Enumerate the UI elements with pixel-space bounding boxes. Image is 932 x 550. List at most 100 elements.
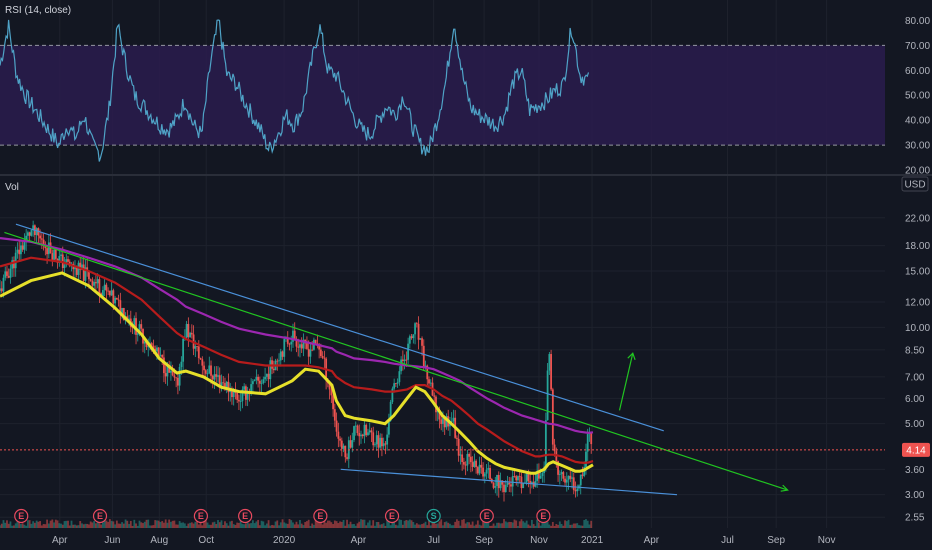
volume-bar: [531, 519, 533, 528]
volume-bar: [0, 525, 1, 528]
candle-body: [511, 476, 514, 487]
candle-body: [361, 434, 364, 437]
volume-bar: [63, 521, 66, 528]
volume-legend[interactable]: Vol: [5, 182, 19, 193]
volume-bar: [408, 519, 411, 528]
candle-body: [471, 462, 474, 467]
volume-bar: [347, 524, 350, 528]
candle-body: [564, 478, 566, 483]
volume-bar: [326, 520, 329, 528]
volume-bar: [527, 524, 530, 528]
candle-body: [548, 354, 551, 371]
candle-body: [306, 343, 308, 349]
candle-body: [462, 461, 465, 465]
currency-badge[interactable]: USD: [901, 176, 929, 192]
rsi-legend[interactable]: RSI (14, close): [5, 5, 71, 16]
x-tick-11: Jul: [721, 535, 734, 546]
volume-bar: [476, 520, 479, 528]
volume-bar: [72, 524, 75, 528]
volume-bar: [56, 520, 59, 528]
volume-bar: [122, 523, 125, 528]
candle-body: [236, 392, 239, 400]
volume-bar: [421, 524, 423, 528]
volume-bar: [462, 519, 465, 528]
volume-bar: [513, 519, 516, 528]
volume-bar: [14, 523, 17, 528]
candle-body: [91, 280, 94, 286]
volume-bar: [572, 523, 575, 528]
volume-bar: [449, 523, 451, 528]
candle-body: [14, 252, 17, 269]
candle-body: [18, 249, 21, 255]
candle-body: [356, 425, 359, 433]
volume-bar: [251, 520, 254, 528]
volume-bar: [436, 523, 439, 528]
volume-bar: [25, 525, 28, 528]
volume-bar: [107, 521, 110, 528]
price-y-tick-6: 7.00: [905, 372, 925, 383]
volume-bar: [581, 525, 584, 528]
last-price-tag: 4.14: [902, 442, 930, 457]
candle-body: [335, 420, 338, 432]
volume-bar: [497, 522, 500, 528]
candle-body: [9, 268, 12, 278]
volume-bar: [149, 525, 151, 528]
volume-bar: [143, 521, 146, 528]
candle-body: [574, 490, 577, 492]
volume-bar: [114, 524, 117, 528]
volume-bar: [332, 524, 334, 528]
candle-body: [442, 417, 444, 424]
candle-body: [527, 473, 530, 481]
volume-bar: [196, 521, 198, 528]
volume-bar: [100, 524, 103, 528]
candle-body: [410, 336, 413, 339]
volume-bar: [47, 523, 50, 528]
event-marker-label-2: E: [198, 511, 204, 521]
volume-bar: [496, 522, 498, 528]
volume-bar: [571, 524, 573, 528]
candle-body: [513, 476, 516, 477]
volume-bar: [485, 522, 488, 528]
candle-body: [16, 249, 19, 253]
candle-body: [180, 361, 183, 368]
volume-bar: [110, 520, 113, 528]
volume-bar: [562, 525, 565, 528]
candle-body: [354, 425, 357, 427]
event-marker-label-5: E: [389, 511, 395, 521]
volume-bar: [342, 520, 345, 528]
volume-bar: [182, 522, 185, 528]
volume-bar: [58, 523, 61, 528]
candle-body: [82, 264, 85, 281]
candle-body: [182, 338, 185, 362]
volume-bar: [302, 525, 305, 528]
volume-bar: [520, 519, 523, 528]
volume-bar: [272, 525, 275, 528]
volume-bar: [248, 523, 251, 528]
volume-bar: [504, 521, 507, 528]
volume-bar: [517, 525, 519, 528]
volume-bar: [468, 522, 471, 528]
volume-bar: [328, 520, 331, 528]
candle-body: [405, 359, 408, 361]
candle-body: [89, 279, 92, 281]
candle-body: [422, 345, 425, 368]
candle-body: [567, 475, 570, 480]
volume-bar: [0, 523, 3, 528]
candle-body: [40, 238, 43, 240]
volume-bar: [365, 525, 368, 528]
volume-bar: [300, 523, 303, 528]
candle-body: [581, 474, 584, 476]
volume-bar: [79, 521, 82, 528]
volume-bar: [532, 524, 535, 528]
volume-bar: [133, 519, 136, 528]
candle-body: [419, 338, 422, 340]
volume-bar: [333, 520, 336, 528]
last-price-value: 4.14: [906, 445, 926, 456]
candle-body: [412, 334, 415, 339]
volume-bar: [524, 522, 526, 528]
candle-body: [351, 440, 354, 448]
volume-bar: [358, 521, 361, 528]
volume-bar: [372, 520, 375, 528]
volume-bar: [321, 524, 324, 528]
candle-body: [503, 484, 505, 493]
